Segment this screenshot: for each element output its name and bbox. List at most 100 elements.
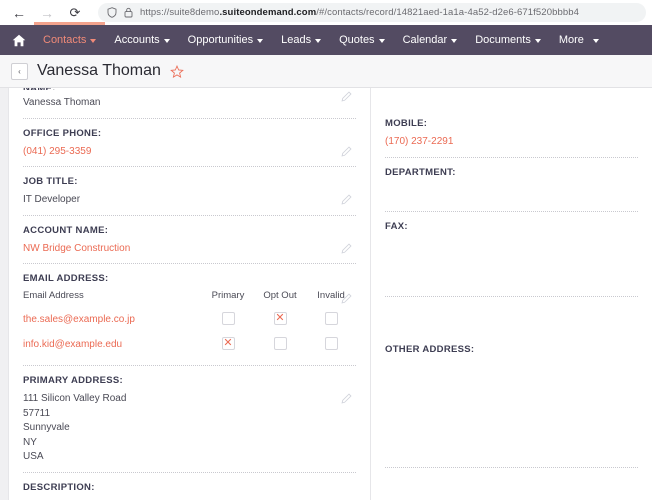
nav-item-label: Contacts [43, 34, 87, 46]
record-header: ‹ Vanessa Thoman [0, 55, 652, 88]
field-primary-address: PRIMARY ADDRESS: 111 Silicon Valley Road… [23, 375, 356, 473]
checkbox-primary[interactable] [221, 337, 235, 351]
field-department: DEPARTMENT: [385, 167, 638, 212]
url-path: /#/contacts/record/14821aed-1a1a-4a52-d2… [316, 7, 579, 18]
nav-item-more[interactable]: More [550, 25, 608, 55]
chevron-down-icon [257, 39, 264, 43]
field-value[interactable]: (170) 237-2291 [385, 135, 638, 150]
nav-item-leads[interactable]: Leads [272, 25, 330, 55]
browser-forward-button[interactable]: → [34, 2, 60, 24]
checkbox-primary[interactable] [221, 312, 235, 326]
nav-item-label: Opportunities [187, 34, 254, 46]
field-office-phone: OFFICE PHONE: (041) 295-3359 [23, 127, 356, 167]
browser-reload-button[interactable]: ⟳ [62, 2, 88, 24]
field-value: IT Developer [23, 194, 81, 205]
email-invalid-cell [306, 333, 356, 358]
field-value [385, 361, 638, 381]
address-bar[interactable]: https://suite8demo.suiteondemand.com/#/c… [98, 3, 646, 22]
field-label: DEPARTMENT: [385, 166, 456, 178]
checkbox-opt-out[interactable] [273, 312, 287, 326]
field-value [385, 184, 638, 204]
field-fax: FAX: [385, 221, 638, 297]
chevron-down-icon [592, 39, 599, 43]
email-table-header-row: Email Address Primary Opt Out Invalid [23, 290, 356, 308]
email-invalid-cell [306, 308, 356, 333]
home-button[interactable] [4, 25, 34, 55]
checkbox-invalid[interactable] [324, 312, 338, 326]
field-label: OFFICE PHONE: [23, 127, 102, 139]
field-label: JOB TITLE: [23, 176, 78, 187]
chevron-down-icon [451, 39, 458, 43]
nav-item-label: Accounts [114, 34, 160, 46]
table-row: the.sales@example.co.jp [23, 308, 356, 333]
field-account-name: ACCOUNT NAME: NW Bridge Construction [23, 224, 356, 264]
chevron-down-icon [163, 39, 170, 43]
app-navbar: Contacts Accounts Opportunities Leads Qu… [0, 22, 652, 55]
field-label: FAX: [385, 220, 408, 232]
email-primary-cell [202, 308, 254, 333]
column-header-opt-out: Opt Out [263, 290, 297, 301]
nav-item-label: Calendar [402, 34, 448, 46]
nav-item-contacts[interactable]: Contacts [34, 22, 106, 55]
url-text: https://suite8demo.suiteondemand.com/#/c… [140, 7, 579, 18]
browser-back-button[interactable]: ← [6, 2, 32, 24]
checkbox-invalid[interactable] [324, 337, 338, 351]
pencil-icon[interactable] [341, 194, 352, 205]
column-header-email-address: Email Address [23, 290, 84, 301]
star-outline-icon[interactable] [170, 64, 184, 79]
nav-item-label: More [558, 34, 584, 46]
address-line: 111 Silicon Valley Road [23, 393, 127, 404]
pencil-icon[interactable] [341, 242, 352, 254]
address-line: USA [23, 451, 44, 462]
field-label: OTHER ADDRESS: [385, 343, 475, 355]
field-email-address: EMAIL ADDRESS: Email Address Primary Opt… [23, 273, 356, 366]
email-table: Email Address Primary Opt Out Invalid th… [23, 290, 356, 358]
nav-item-label: Documents [475, 34, 531, 46]
url-host: .suiteondemand.com [219, 7, 317, 18]
nav-item-opportunities[interactable]: Opportunities [179, 25, 272, 55]
record-detail-panel: NAME: Vanessa Thoman OFFICE PHONE: (041)… [0, 88, 652, 500]
chevron-down-icon [534, 39, 541, 43]
nav-item-documents[interactable]: Documents [466, 25, 550, 55]
url-scheme: https://suite8demo [140, 7, 220, 18]
record-back-button[interactable]: ‹ [11, 62, 28, 80]
home-icon [12, 34, 26, 46]
lock-icon [124, 7, 133, 18]
email-opt-out-cell [254, 308, 306, 333]
pencil-icon[interactable] [341, 91, 352, 102]
shield-icon [107, 7, 117, 18]
chevron-down-icon [90, 39, 97, 43]
pencil-icon[interactable] [341, 393, 352, 404]
field-name: NAME: Vanessa Thoman [23, 88, 356, 119]
field-label: NAME: [23, 88, 356, 90]
field-value[interactable]: (041) 295-3359 [23, 145, 356, 160]
checkbox-opt-out[interactable] [273, 337, 287, 351]
nav-item-label: Leads [281, 34, 312, 46]
field-other-address: OTHER ADDRESS: [385, 344, 638, 468]
right-column: MOBILE: (170) 237-2291 DEPARTMENT: FAX: … [371, 88, 652, 500]
email-primary-cell [202, 333, 254, 358]
field-label: MOBILE: [385, 118, 428, 129]
field-value: Vanessa Thoman [23, 97, 101, 108]
field-label: ACCOUNT NAME: [23, 224, 109, 236]
nav-item-label: Quotes [339, 34, 375, 46]
column-header-primary: Primary [211, 290, 245, 301]
nav-item-calendar[interactable]: Calendar [394, 25, 467, 55]
address-line: 57711 [23, 407, 51, 419]
field-description: DESCRIPTION: &agrave;&egrave;&igrave;&og… [23, 482, 356, 500]
pencil-icon[interactable] [341, 145, 352, 157]
chevron-down-icon [315, 39, 322, 43]
pencil-icon[interactable] [341, 293, 352, 304]
chevron-down-icon [378, 39, 385, 43]
field-value [385, 238, 638, 258]
nav-item-quotes[interactable]: Quotes [330, 25, 393, 55]
address-line: Sunnyvale [23, 422, 70, 433]
email-opt-out-cell [254, 333, 306, 358]
nav-item-accounts[interactable]: Accounts [105, 25, 178, 55]
table-row: info.kid@example.edu [23, 333, 356, 358]
field-value[interactable]: NW Bridge Construction [23, 242, 356, 257]
email-address-value[interactable]: info.kid@example.edu [23, 333, 202, 358]
email-address-value[interactable]: the.sales@example.co.jp [23, 308, 202, 333]
right-column-top-spacer [385, 88, 638, 118]
field-label: EMAIL ADDRESS: [23, 273, 109, 284]
